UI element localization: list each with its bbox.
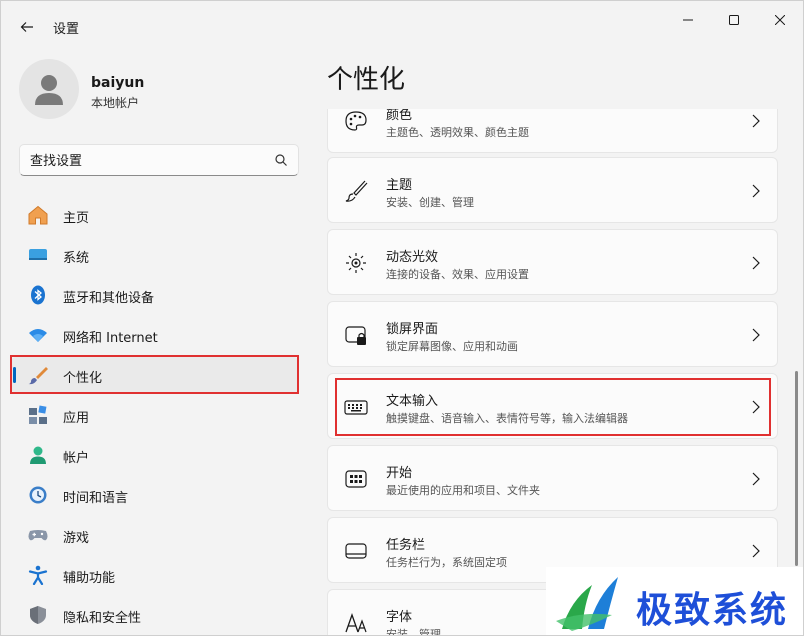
person-icon (27, 445, 49, 465)
sidebar-item-network[interactable]: 网络和 Internet (11, 317, 299, 353)
taskbar-icon (344, 540, 368, 562)
chevron-right-icon (752, 256, 760, 270)
card-subtitle: 触摸键盘、语音输入、表情符号等，输入法编辑器 (386, 412, 628, 425)
sidebar-item-bluetooth[interactable]: 蓝牙和其他设备 (11, 277, 299, 313)
sidebar-item-apps[interactable]: 应用 (11, 397, 299, 433)
watermark-logo-icon (556, 577, 618, 631)
minimize-button[interactable] (665, 7, 711, 33)
card-dynamic-lighting[interactable]: 动态光效 连接的设备、效果、应用设置 (327, 229, 778, 295)
card-subtitle: 任务栏行为，系统固定项 (386, 556, 507, 569)
card-title: 颜色 (386, 109, 413, 123)
card-subtitle: 连接的设备、效果、应用设置 (386, 268, 529, 281)
arrow-left-icon (20, 22, 33, 32)
card-lock-screen[interactable]: 锁屏界面 锁定屏幕图像、应用和动画 (327, 301, 778, 367)
sidebar-item-personalization[interactable]: 个性化 (11, 357, 299, 393)
chevron-right-icon (752, 328, 760, 342)
card-title: 锁屏界面 (386, 322, 439, 337)
wifi-icon (27, 325, 49, 345)
close-button[interactable] (757, 7, 803, 33)
sidebar-item-label: 帐户 (63, 451, 90, 466)
card-text-input[interactable]: 文本输入 触摸键盘、语音输入、表情符号等，输入法编辑器 (327, 373, 778, 439)
search-input[interactable] (30, 151, 260, 171)
bluetooth-icon (27, 285, 49, 305)
minimize-icon (683, 19, 693, 21)
card-title: 任务栏 (386, 538, 426, 553)
watermark-text: 极致系统 (636, 590, 789, 631)
card-subtitle: 最近使用的应用和项目、文件夹 (386, 484, 540, 497)
sidebar-item-label: 个性化 (63, 371, 103, 386)
start-icon (344, 468, 368, 490)
sidebar-item-label: 蓝牙和其他设备 (63, 291, 155, 306)
chevron-right-icon (752, 184, 760, 198)
card-title: 文本输入 (386, 394, 439, 409)
sidebar-item-gaming[interactable]: 游戏 (11, 517, 299, 553)
card-title: 开始 (386, 466, 413, 481)
sidebar-item-label: 隐私和安全性 (63, 611, 142, 626)
sidebar-item-label: 辅助功能 (63, 571, 116, 586)
card-themes[interactable]: 主题 安装、创建、管理 (327, 157, 778, 223)
maximize-icon (729, 15, 739, 25)
card-subtitle: 锁定屏幕图像、应用和动画 (386, 340, 518, 353)
brush-icon (344, 180, 368, 202)
card-start[interactable]: 开始 最近使用的应用和项目、文件夹 (327, 445, 778, 511)
card-subtitle: 安装、创建、管理 (386, 196, 474, 209)
account-type: 本地帐户 (91, 96, 140, 110)
active-indicator (13, 367, 16, 383)
sidebar-item-time-language[interactable]: 时间和语言 (11, 477, 299, 513)
card-title: 字体 (386, 610, 413, 625)
chevron-right-icon (752, 400, 760, 414)
maximize-button[interactable] (711, 7, 757, 33)
scrollbar[interactable] (795, 371, 798, 566)
display-icon (27, 245, 49, 265)
sidebar-item-privacy[interactable]: 隐私和安全性 (11, 597, 299, 633)
sidebar-item-home[interactable]: 主页 (11, 197, 299, 233)
account-name: baiyun (91, 75, 145, 91)
sidebar-item-label: 游戏 (63, 531, 90, 546)
accessibility-icon (27, 565, 49, 585)
gamepad-icon (27, 525, 49, 545)
sidebar-item-label: 应用 (63, 411, 90, 426)
chevron-right-icon (752, 544, 760, 558)
person-silhouette-icon (35, 75, 63, 105)
card-subtitle: 主题色、透明效果、颜色主题 (386, 126, 529, 139)
page-title: 个性化 (327, 65, 406, 95)
sidebar-item-accessibility[interactable]: 辅助功能 (11, 557, 299, 593)
sidebar-nav: 主页 系统 蓝牙和其他设备 网络和 Internet 个性化 应用 帐户 时间和… (11, 197, 299, 635)
card-title: 主题 (386, 178, 413, 193)
clock-globe-icon (27, 485, 49, 505)
card-subtitle: 安装、管理 (386, 628, 441, 636)
settings-list: 颜色 主题色、透明效果、颜色主题 主题 安装、创建、管理 动态光效 连接的设备、… (327, 109, 787, 636)
home-icon (27, 205, 49, 225)
shield-icon (27, 605, 49, 625)
sidebar-item-accounts[interactable]: 帐户 (11, 437, 299, 473)
brush-icon (27, 365, 49, 385)
lock-screen-icon (344, 324, 368, 346)
avatar[interactable] (19, 59, 79, 119)
app-title: 设置 (53, 22, 80, 37)
sidebar-item-label: 系统 (63, 251, 90, 266)
keyboard-icon (344, 396, 368, 418)
palette-icon (344, 110, 368, 132)
search-icon[interactable] (274, 153, 288, 167)
apps-icon (27, 405, 49, 425)
watermark: 极致系统 (546, 567, 803, 635)
sidebar-item-label: 时间和语言 (63, 491, 129, 506)
title-bar: 设置 (1, 1, 803, 51)
sidebar-item-system[interactable]: 系统 (11, 237, 299, 273)
chevron-right-icon (752, 114, 760, 128)
back-button[interactable] (15, 15, 39, 39)
sidebar-item-label: 主页 (63, 211, 90, 226)
card-colors[interactable]: 颜色 主题色、透明效果、颜色主题 (327, 109, 778, 153)
font-icon (344, 612, 368, 634)
search-box[interactable] (19, 144, 299, 176)
settings-window: 设置 baiyun 本地帐户 主页 (0, 0, 804, 636)
lighting-icon (344, 252, 368, 274)
chevron-right-icon (752, 472, 760, 486)
close-icon (775, 15, 785, 25)
card-title: 动态光效 (386, 250, 439, 265)
sidebar-item-label: 网络和 Internet (63, 331, 158, 346)
